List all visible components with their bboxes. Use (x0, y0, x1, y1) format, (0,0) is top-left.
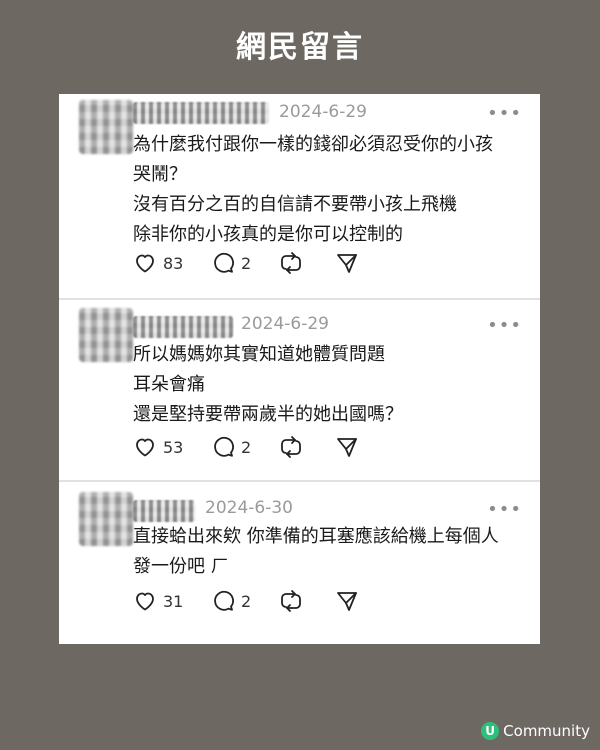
comments-panel: 2024-6-29 ••• 為什麼我付跟你一樣的錢卻必須忍受你的小孩 哭鬧？ 沒… (59, 94, 540, 644)
send-icon (337, 254, 357, 273)
more-icon[interactable]: ••• (487, 103, 522, 124)
post-date: 2024-6-30 (205, 498, 293, 518)
username-blurred[interactable] (133, 102, 269, 124)
reply-button[interactable]: 2 (211, 434, 251, 460)
reply-count: 2 (241, 591, 252, 611)
post-card: 2024-6-29 ••• 所以媽媽妳其實知道她體質問題 耳朵會痛 還是堅持要帶… (59, 300, 540, 482)
reply-button[interactable]: 2 (211, 588, 251, 614)
post-text-line: 沒有百分之百的自信請不要帶小孩上飛機 (133, 194, 457, 215)
repost-icon (281, 252, 301, 274)
like-button[interactable]: 83 (133, 250, 183, 276)
avatar[interactable] (79, 492, 133, 546)
avatar[interactable] (79, 308, 133, 362)
like-button[interactable]: 53 (133, 434, 183, 460)
comment-icon (214, 590, 234, 611)
reply-count: 2 (241, 437, 252, 457)
comment-icon (214, 436, 234, 457)
post-text-line: 還是堅持要帶兩歲半的她出國嗎？ (133, 404, 403, 425)
page-title: 網民留言 (236, 30, 364, 65)
post-date: 2024-6-29 (241, 314, 329, 334)
repost-icon (281, 436, 301, 458)
username-blurred[interactable] (133, 316, 233, 338)
post-card: 2024-6-29 ••• 為什麼我付跟你一樣的錢卻必須忍受你的小孩 哭鬧？ 沒… (59, 94, 540, 300)
post-content: 為什麼我付跟你一樣的錢卻必須忍受你的小孩 哭鬧？ 沒有百分之百的自信請不要帶小孩… (133, 130, 526, 250)
like-button[interactable]: 31 (133, 588, 183, 614)
post-text-line: 直接蛤出來欸 你準備的耳塞應該給機上每個人 (133, 526, 499, 547)
repost-button[interactable] (279, 588, 303, 614)
more-icon[interactable]: ••• (487, 315, 522, 336)
like-count: 53 (163, 437, 184, 457)
share-button[interactable] (335, 250, 359, 276)
like-count: 31 (163, 591, 184, 611)
logo-mark: U (481, 722, 500, 740)
post-text-line: 發一份吧 ㄏ (133, 556, 229, 577)
more-icon[interactable]: ••• (487, 499, 522, 520)
username-blurred[interactable] (133, 500, 195, 522)
heart-icon (136, 592, 154, 611)
avatar[interactable] (79, 100, 133, 154)
share-button[interactable] (335, 434, 359, 460)
reply-count: 2 (241, 253, 252, 273)
like-count: 83 (163, 253, 184, 273)
post-card: 2024-6-30 ••• 直接蛤出來欸 你準備的耳塞應該給機上每個人 發一份吧… (59, 482, 540, 644)
send-icon (337, 438, 357, 457)
share-button[interactable] (335, 588, 359, 614)
repost-icon (281, 590, 301, 612)
repost-button[interactable] (279, 250, 303, 276)
post-text-line: 哭鬧？ (133, 164, 187, 185)
comment-icon (214, 252, 234, 273)
logo-text: Community (503, 722, 590, 740)
post-date: 2024-6-29 (279, 102, 367, 122)
community-logo: U Community (481, 722, 590, 740)
post-content: 直接蛤出來欸 你準備的耳塞應該給機上每個人 發一份吧 ㄏ (133, 522, 526, 582)
post-text-line: 為什麼我付跟你一樣的錢卻必須忍受你的小孩 (133, 134, 493, 155)
heart-icon (136, 254, 154, 273)
send-icon (337, 592, 357, 611)
heart-icon (136, 438, 154, 457)
post-content: 所以媽媽妳其實知道她體質問題 耳朵會痛 還是堅持要帶兩歲半的她出國嗎？ (133, 340, 526, 430)
post-text-line: 耳朵會痛 (133, 374, 205, 395)
reply-button[interactable]: 2 (211, 250, 251, 276)
repost-button[interactable] (279, 434, 303, 460)
post-text-line: 所以媽媽妳其實知道她體質問題 (133, 344, 385, 365)
post-text-line: 除非你的小孩真的是你可以控制的 (133, 224, 403, 245)
